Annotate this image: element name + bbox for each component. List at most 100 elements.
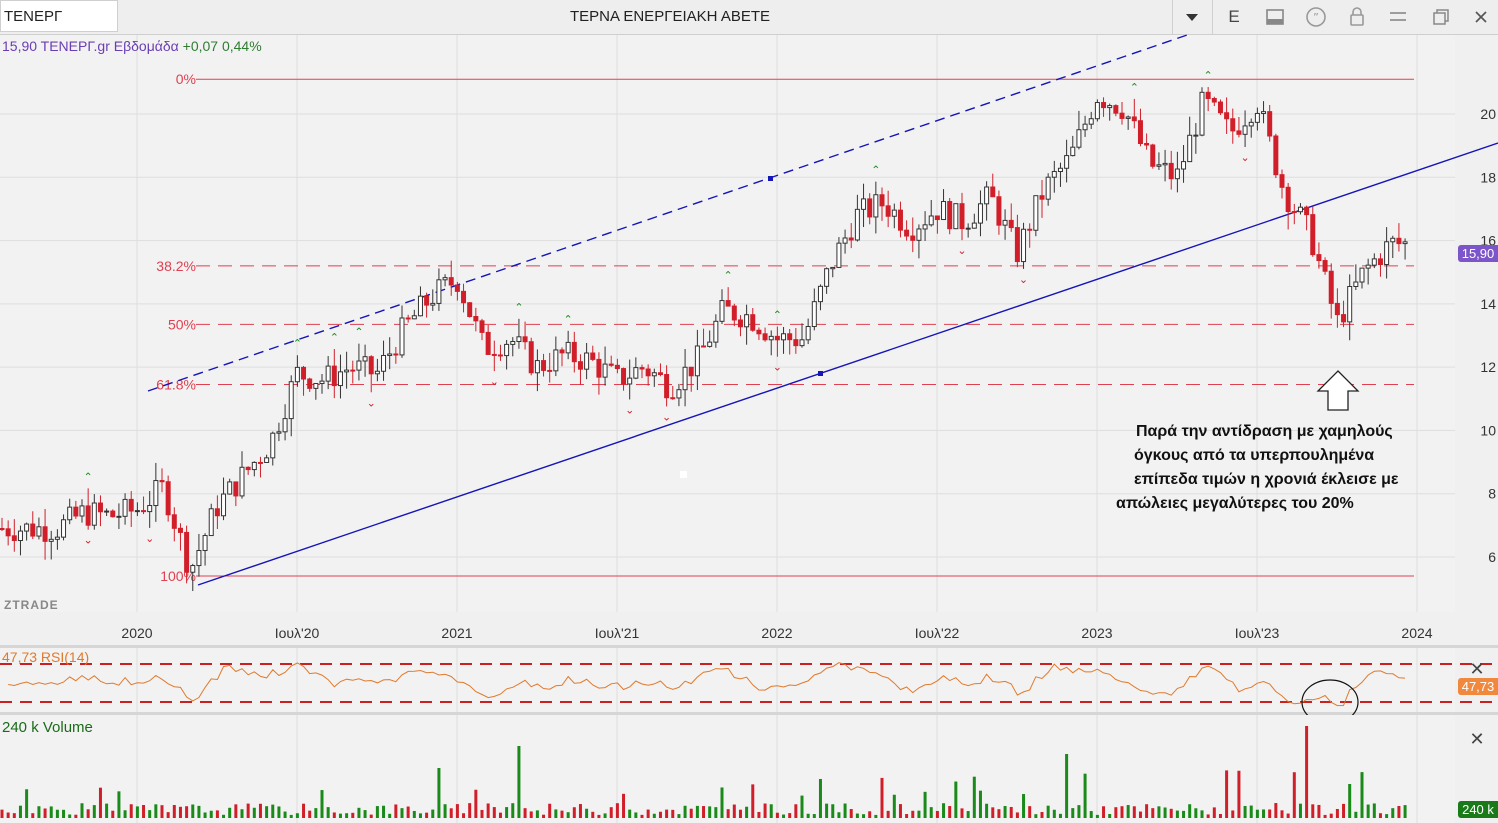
candle-body: [885, 205, 891, 217]
candle-body: [350, 369, 356, 372]
volume-bar: [880, 777, 884, 818]
close-volume-icon[interactable]: ✕: [1468, 730, 1486, 748]
volume-bar: [658, 811, 662, 818]
candle-body: [534, 360, 540, 374]
volume-bar: [1058, 813, 1062, 818]
candle-body: [719, 300, 725, 322]
volume-bar: [209, 810, 213, 818]
candle-body: [442, 277, 448, 281]
candle-body: [1217, 101, 1223, 114]
candle-body: [301, 366, 307, 380]
volume-bar: [892, 794, 896, 818]
volume-bar: [117, 791, 121, 818]
volume-bar: [1212, 807, 1216, 818]
pivot-high-marker: ⌃: [564, 313, 573, 326]
pivot-high-marker: ⌃: [724, 269, 733, 282]
volume-bar: [258, 803, 262, 818]
volume-bar: [302, 803, 306, 818]
volume-bar: [400, 808, 404, 818]
volume-bar: [911, 810, 915, 818]
volume-bar: [468, 803, 472, 818]
x-tick-label: 2022: [761, 625, 792, 641]
candle-body: [165, 481, 171, 516]
candle-body: [1291, 211, 1297, 214]
volume-bar: [246, 803, 250, 818]
candle-body: [959, 203, 965, 230]
candle-body: [1402, 241, 1408, 245]
fib-label: 0%: [176, 71, 196, 87]
volume-bar: [948, 806, 952, 818]
candle-body: [1082, 123, 1088, 131]
candle-body: [1051, 171, 1057, 178]
pane-separator: [0, 645, 1498, 648]
volume-bar: [812, 814, 816, 818]
volume-bar: [388, 813, 392, 818]
volume-bar: [1237, 770, 1241, 818]
volume-bar: [431, 809, 435, 818]
y-tick-label: 6: [1488, 549, 1496, 565]
price-chart[interactable]: 2020 Ιουλ'20 2021 Ιουλ'21 2022 Ιουλ'22 2023 Ιου…: [0, 0, 1498, 823]
volume-bar: [1089, 811, 1093, 818]
volume-bar: [43, 808, 47, 818]
volume-bar: [800, 795, 804, 818]
volume-bar: [338, 813, 342, 818]
price-pane: [0, 35, 1455, 612]
volume-bar: [855, 813, 859, 818]
volume-bar: [511, 803, 515, 818]
candle-body: [559, 349, 565, 354]
volume-bar: [185, 806, 189, 818]
candle-body: [971, 222, 977, 229]
candle-body: [1156, 164, 1162, 167]
volume-bar: [314, 808, 318, 818]
pivot-high-marker: ⌃: [871, 164, 880, 177]
x-tick-label: Ιουλ'20: [275, 625, 320, 641]
volume-bar: [1372, 803, 1376, 818]
candle-body: [307, 378, 313, 389]
volume-bar: [929, 807, 933, 818]
candle-body: [621, 368, 627, 385]
candle-body: [1279, 174, 1285, 188]
candle-body: [1199, 91, 1205, 136]
volume-bar: [1145, 804, 1149, 818]
candle-body: [319, 380, 325, 385]
candle-body: [547, 369, 553, 372]
candle-body: [1107, 105, 1113, 109]
volume-bar: [757, 811, 761, 818]
volume-bar: [505, 807, 509, 818]
volume-bar: [425, 812, 429, 818]
volume-bar: [535, 810, 539, 818]
volume-bar: [1120, 806, 1124, 818]
candle-body: [504, 343, 510, 357]
candle-body: [116, 515, 122, 518]
volume-bar: [1126, 805, 1130, 818]
volume-bar: [566, 812, 570, 818]
candle-body: [590, 352, 596, 360]
candle-body: [257, 461, 263, 464]
pivot-high-marker: ⌃: [773, 309, 782, 322]
fib-label: 38.2%: [156, 258, 196, 274]
volume-bar: [1083, 773, 1087, 818]
candle-body: [694, 345, 700, 377]
rsi-label: 47,73 RSI(14): [2, 649, 90, 665]
candle-body: [184, 531, 190, 573]
candle-body: [245, 466, 251, 471]
volume-bar: [178, 806, 182, 818]
candle-body: [571, 341, 577, 363]
volume-bar: [86, 809, 90, 818]
candle-body: [774, 335, 780, 341]
volume-bar: [252, 807, 256, 818]
volume-bar: [1249, 805, 1253, 818]
candle-body: [1390, 237, 1396, 243]
volume-bar: [1151, 808, 1155, 818]
volume-bar: [874, 814, 878, 818]
volume-bar: [215, 810, 219, 818]
close-rsi-icon[interactable]: ✕: [1468, 660, 1486, 678]
candle-body: [1211, 98, 1217, 103]
candle-body: [676, 389, 682, 399]
candle-body: [768, 335, 774, 341]
candle-body: [1322, 260, 1328, 272]
note-line: Παρά την αντίδραση με χαμηλούς: [1136, 423, 1393, 440]
volume-bar: [332, 812, 336, 818]
volume-bar: [634, 812, 638, 818]
candle-body: [1150, 144, 1156, 167]
